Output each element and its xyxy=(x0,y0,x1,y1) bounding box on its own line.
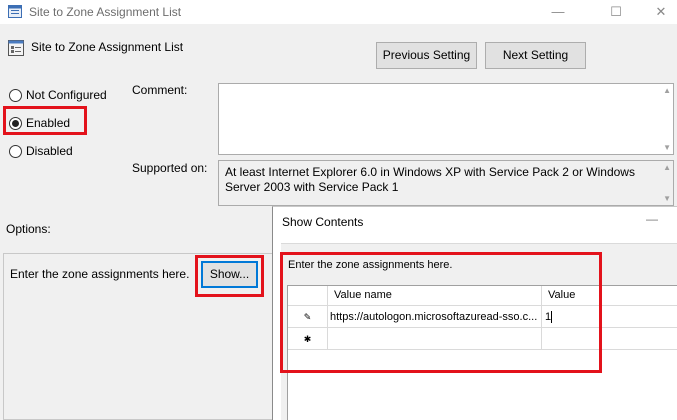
not-configured-radio[interactable] xyxy=(9,88,22,102)
window-title: Site to Zone Assignment List xyxy=(29,5,182,19)
scroll-up-arrow-icon[interactable]: ▲ xyxy=(663,86,671,95)
comment-textarea[interactable]: ▲ ▼ xyxy=(218,83,674,155)
scroll-up-arrow-icon[interactable]: ▲ xyxy=(663,163,671,172)
next-setting-button[interactable]: Next Setting xyxy=(485,42,586,69)
grid-highlight-box xyxy=(280,252,602,373)
disabled-option[interactable]: Disabled xyxy=(9,143,73,159)
enabled-label: Enabled xyxy=(26,116,71,130)
enabled-option[interactable]: Enabled xyxy=(9,115,70,131)
scroll-down-arrow-icon[interactable]: ▼ xyxy=(663,143,671,152)
options-label: Options: xyxy=(6,222,51,236)
not-configured-option[interactable]: Not Configured xyxy=(9,87,107,103)
enabled-radio[interactable] xyxy=(9,116,22,130)
show-contents-title: Show Contents xyxy=(282,215,364,229)
disabled-radio[interactable] xyxy=(9,144,22,158)
policy-title: Site to Zone Assignment List xyxy=(31,40,184,54)
previous-setting-button[interactable]: Previous Setting xyxy=(376,42,477,69)
policy-window-icon xyxy=(8,5,22,18)
minimize-button[interactable]: — xyxy=(535,0,581,24)
not-configured-label: Not Configured xyxy=(26,88,107,102)
comment-label: Comment: xyxy=(132,83,188,97)
show-button[interactable]: Show... xyxy=(201,261,258,288)
options-prompt: Enter the zone assignments here. xyxy=(10,267,190,281)
supported-on-label: Supported on: xyxy=(132,161,208,175)
supported-on-text: At least Internet Explorer 6.0 in Window… xyxy=(225,165,635,194)
supported-on-box: At least Internet Explorer 6.0 in Window… xyxy=(218,160,674,206)
close-button[interactable]: ✕ xyxy=(638,0,677,24)
maximize-button[interactable]: ☐ xyxy=(593,0,639,24)
scroll-down-arrow-icon[interactable]: ▼ xyxy=(663,194,671,203)
policy-setting-icon xyxy=(8,40,24,56)
disabled-label: Disabled xyxy=(26,144,73,158)
show-contents-minimize-button[interactable]: — xyxy=(646,212,658,226)
